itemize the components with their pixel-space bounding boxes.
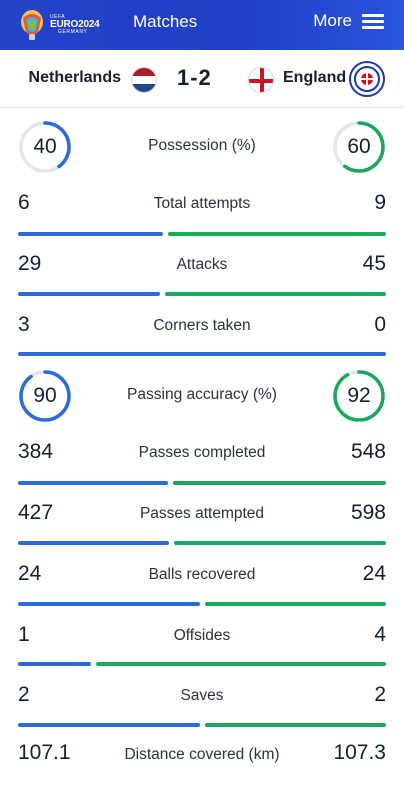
away-value: 598 bbox=[350, 501, 386, 524]
logo-wordmark: UEFA EURO2024 GERMANY bbox=[50, 15, 100, 35]
stat-offsides: 1 Offsides 4 bbox=[0, 620, 404, 670]
away-value: 0 bbox=[374, 313, 386, 336]
home-bar bbox=[18, 541, 170, 545]
top-navigation-bar: UEFA EURO2024 GERMANY Matches More bbox=[0, 0, 404, 50]
match-score-header[interactable]: Netherlands 1-2 England bbox=[0, 50, 404, 108]
away-bar bbox=[172, 481, 386, 485]
home-bar bbox=[18, 662, 91, 666]
away-bar bbox=[204, 602, 386, 606]
more-label: More bbox=[313, 11, 352, 30]
home-team-name: Netherlands bbox=[28, 69, 121, 86]
stat-label: Total attempts bbox=[153, 195, 251, 212]
stat-passes-attempted: 427 Passes attempted 598 bbox=[0, 498, 404, 548]
stat-passing-accuracy: 90 Passing accuracy (%) 92 bbox=[0, 367, 404, 427]
stat-saves: 2 Saves 2 bbox=[0, 680, 404, 730]
euro2024-trophy-icon bbox=[21, 10, 43, 40]
stat-attacks: 29 Attacks 45 bbox=[0, 249, 404, 299]
away-value: 45 bbox=[362, 252, 386, 275]
more-menu-button[interactable]: More bbox=[313, 11, 384, 31]
home-bar bbox=[18, 292, 161, 296]
stat-passes-completed: 384 Passes completed 548 bbox=[0, 437, 404, 487]
away-accuracy-value: 92 bbox=[347, 384, 371, 407]
stat-label: Passes attempted bbox=[139, 505, 265, 522]
england-flag-icon bbox=[248, 67, 274, 93]
away-value: 9 bbox=[374, 191, 386, 214]
stat-balls-recovered: 24 Balls recovered 24 bbox=[0, 559, 404, 609]
stat-label: Passes completed bbox=[138, 444, 266, 461]
away-bar bbox=[165, 292, 386, 296]
home-bar bbox=[18, 481, 168, 485]
netherlands-flag-icon bbox=[131, 67, 157, 93]
away-value: 2 bbox=[374, 683, 386, 706]
stat-label: Corners taken bbox=[153, 317, 251, 334]
away-team-name: England bbox=[283, 69, 347, 86]
euro2024-logo[interactable]: UEFA EURO2024 GERMANY bbox=[18, 6, 104, 44]
stat-distance-covered: 107.1 Distance covered (km) 107.3 bbox=[0, 741, 404, 791]
england-crest-icon[interactable] bbox=[349, 61, 385, 97]
home-bar bbox=[18, 352, 386, 356]
stat-label: Balls recovered bbox=[148, 566, 256, 583]
stat-corners-taken: 3 Corners taken 0 bbox=[0, 310, 404, 360]
away-value: 4 bbox=[374, 623, 386, 646]
away-bar bbox=[95, 662, 386, 666]
away-bar bbox=[204, 723, 386, 727]
match-score: 1-2 bbox=[177, 65, 212, 90]
stat-total-attempts: 6 Total attempts 9 bbox=[0, 188, 404, 238]
home-bar bbox=[18, 602, 200, 606]
home-bar bbox=[18, 232, 164, 236]
stat-label: Saves bbox=[180, 687, 224, 704]
away-bar bbox=[168, 232, 386, 236]
stat-possession: 40 Possession (%) 60 bbox=[0, 118, 404, 178]
away-value: 107.3 bbox=[333, 741, 386, 764]
hamburger-menu-icon bbox=[362, 13, 384, 29]
page-title[interactable]: Matches bbox=[133, 12, 197, 32]
stat-label: Offsides bbox=[173, 627, 231, 644]
away-value: 548 bbox=[350, 440, 386, 463]
away-possession-value: 60 bbox=[347, 135, 371, 158]
away-accuracy-ring: 92 bbox=[332, 369, 386, 423]
stat-label: Attacks bbox=[176, 256, 228, 273]
away-bar bbox=[174, 541, 386, 545]
home-bar bbox=[18, 723, 200, 727]
away-value: 24 bbox=[362, 562, 386, 585]
crest-icon bbox=[354, 66, 380, 92]
logo-country-text: GERMANY bbox=[58, 29, 88, 35]
away-possession-ring: 60 bbox=[332, 120, 386, 174]
